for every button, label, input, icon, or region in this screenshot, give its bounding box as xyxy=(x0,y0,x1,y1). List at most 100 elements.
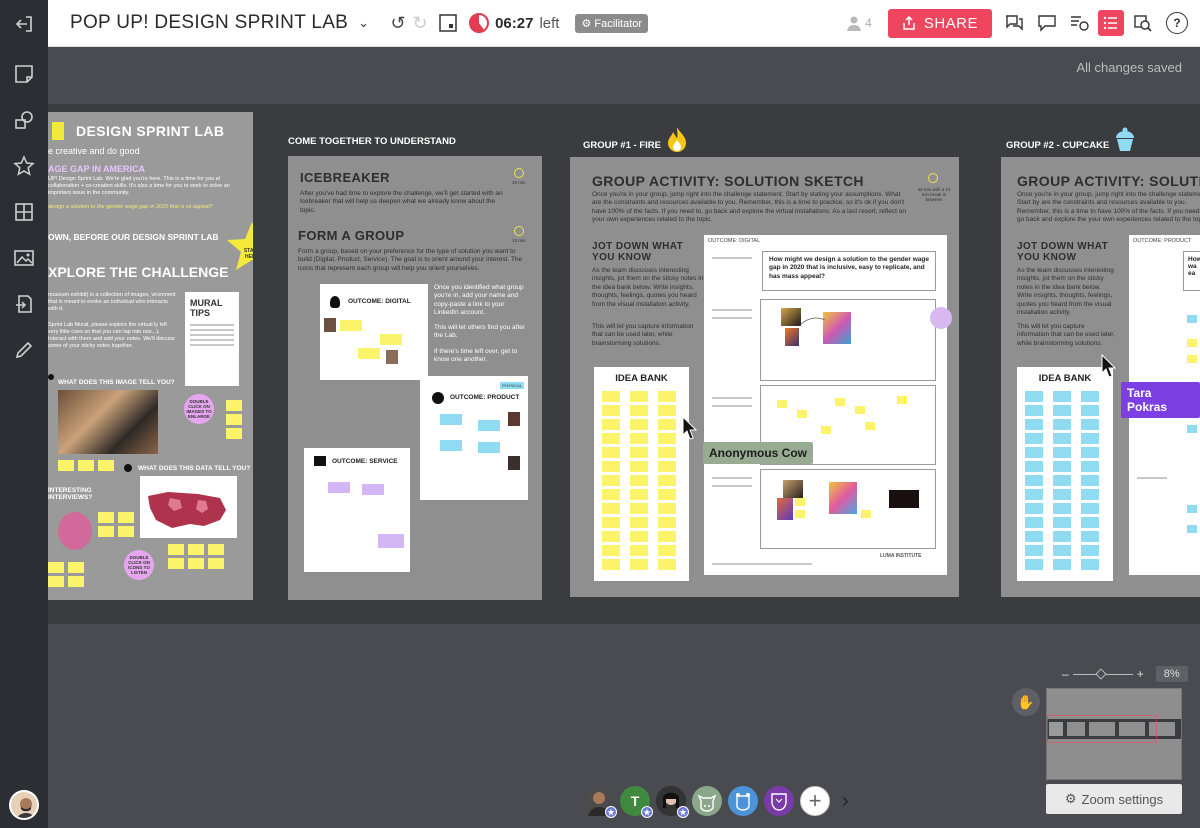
sticky-note[interactable] xyxy=(658,433,676,444)
sticky-note[interactable] xyxy=(630,447,648,458)
timer[interactable]: 06:27 left xyxy=(469,13,559,33)
sketch-area-3[interactable] xyxy=(760,469,936,549)
sticky-note[interactable] xyxy=(1081,391,1099,402)
sticky-note[interactable] xyxy=(1081,531,1099,542)
collaborator-avatar-1[interactable]: ★ xyxy=(584,786,617,818)
undo-icon[interactable]: ↺ xyxy=(387,12,409,34)
sticky-note[interactable] xyxy=(1025,559,1043,570)
sticky-note[interactable] xyxy=(1081,461,1099,472)
my-avatar[interactable] xyxy=(9,790,39,820)
sticky-note[interactable] xyxy=(1053,559,1071,570)
sticky-note[interactable] xyxy=(1081,559,1099,570)
sticky-note[interactable] xyxy=(602,433,620,444)
sticky-note[interactable] xyxy=(1053,419,1071,430)
hand-tool-icon[interactable]: ✋ xyxy=(1012,688,1040,716)
understand-panel[interactable]: ICEBREAKER 10 min After you've had time … xyxy=(288,156,542,600)
minimap[interactable] xyxy=(1046,688,1182,780)
hippo-avatar[interactable] xyxy=(728,786,758,816)
sticky-note[interactable] xyxy=(1025,433,1043,444)
intro-panel[interactable]: DESIGN SPRINT LAB e creative and do good… xyxy=(48,112,253,600)
sticky-note[interactable] xyxy=(1053,447,1071,458)
upload-tool[interactable] xyxy=(0,281,48,327)
sticky-note[interactable] xyxy=(630,475,648,486)
help-icon[interactable]: ? xyxy=(1166,12,1188,34)
sticky-note[interactable] xyxy=(1025,531,1043,542)
mural-tips-card[interactable]: MURAL TIPS xyxy=(185,292,239,386)
text-tool[interactable] xyxy=(0,97,48,143)
sticky-note[interactable] xyxy=(1081,489,1099,500)
sticky-note[interactable] xyxy=(658,391,676,402)
cow-avatar[interactable] xyxy=(692,786,722,816)
exit-board-button[interactable] xyxy=(0,0,48,47)
zoom-settings-button[interactable]: ⚙ Zoom settings xyxy=(1046,784,1182,814)
outcome-digital-sheet[interactable]: OUTCOME: DIGITAL How might we design a s… xyxy=(704,235,947,575)
sticky-note[interactable] xyxy=(1053,517,1071,528)
chevron-right-icon[interactable]: › xyxy=(842,790,849,813)
sticky-note[interactable] xyxy=(630,517,648,528)
sticky-note[interactable] xyxy=(602,503,620,514)
outline-list-icon[interactable] xyxy=(1098,10,1124,36)
sticky-note[interactable] xyxy=(602,391,620,402)
zoom-out-icon[interactable]: – xyxy=(1062,667,1069,681)
sticky-note[interactable] xyxy=(630,433,648,444)
sticky-note[interactable] xyxy=(602,475,620,486)
sticky-note[interactable] xyxy=(1053,545,1071,556)
zoom-slider-handle[interactable] xyxy=(1095,667,1107,680)
sticky-note[interactable] xyxy=(1025,503,1043,514)
sticky-note[interactable] xyxy=(602,461,620,472)
search-icon[interactable] xyxy=(1130,10,1156,36)
sticky-note[interactable] xyxy=(658,475,676,486)
sticky-note[interactable] xyxy=(1053,461,1071,472)
sticky-note[interactable] xyxy=(1053,489,1071,500)
idea-bank[interactable]: IDEA BANK xyxy=(594,367,689,581)
collaborator-avatar-t[interactable]: T ★ xyxy=(620,786,653,818)
sticky-note[interactable] xyxy=(630,545,648,556)
sketch-area-1[interactable] xyxy=(760,299,936,381)
sticky-note[interactable] xyxy=(1025,475,1043,486)
sticky-note[interactable] xyxy=(658,489,676,500)
sticky-note[interactable] xyxy=(658,531,676,542)
sticky-note[interactable] xyxy=(1081,503,1099,514)
collaborator-avatar-3[interactable]: ★ xyxy=(656,786,689,818)
sticky-note[interactable] xyxy=(658,405,676,416)
sticky-note[interactable] xyxy=(630,461,648,472)
sticky-note[interactable] xyxy=(1025,545,1043,556)
activity-icon[interactable] xyxy=(1066,10,1092,36)
sticky-note[interactable] xyxy=(658,447,676,458)
sticky-note[interactable] xyxy=(630,531,648,542)
sticky-note[interactable] xyxy=(1025,489,1043,500)
sticky-note[interactable] xyxy=(602,489,620,500)
sticky-note[interactable] xyxy=(602,545,620,556)
sticky-note[interactable] xyxy=(658,461,676,472)
sticky-note[interactable] xyxy=(1081,475,1099,486)
image-tool[interactable] xyxy=(0,235,48,281)
meeting-photo[interactable] xyxy=(58,390,158,454)
sticky-note[interactable] xyxy=(630,419,648,430)
sticky-note[interactable] xyxy=(658,419,676,430)
interview-avatar[interactable] xyxy=(58,512,92,550)
zoom-percent[interactable]: 8% xyxy=(1155,666,1188,682)
sticky-note[interactable] xyxy=(1081,405,1099,416)
sticky-note[interactable] xyxy=(630,405,648,416)
chat-icon[interactable] xyxy=(1002,10,1028,36)
sticky-note[interactable] xyxy=(1025,419,1043,430)
sticky-note[interactable] xyxy=(1025,405,1043,416)
outline-icon[interactable] xyxy=(437,12,459,34)
sticky-note[interactable] xyxy=(658,545,676,556)
chevron-down-icon[interactable]: ⌄ xyxy=(358,15,369,31)
sticky-note[interactable] xyxy=(602,405,620,416)
sticky-note[interactable] xyxy=(1053,405,1071,416)
sticky-note-tool[interactable] xyxy=(0,51,48,97)
sticky-note[interactable] xyxy=(1081,419,1099,430)
board-title[interactable]: POP UP! DESIGN SPRINT LAB xyxy=(70,12,348,34)
zoom-in-icon[interactable]: + xyxy=(1137,667,1144,681)
outcome-product-card[interactable]: PHYSICAL OUTCOME: PRODUCT xyxy=(420,376,528,500)
sticky-note[interactable] xyxy=(1081,433,1099,444)
draw-tool[interactable] xyxy=(0,327,48,373)
sticky-note[interactable] xyxy=(1025,461,1043,472)
frameworks-tool[interactable] xyxy=(0,189,48,235)
sticky-note[interactable] xyxy=(1053,531,1071,542)
sticky-note[interactable] xyxy=(630,503,648,514)
sticky-note[interactable] xyxy=(630,489,648,500)
sticky-note[interactable] xyxy=(1025,447,1043,458)
